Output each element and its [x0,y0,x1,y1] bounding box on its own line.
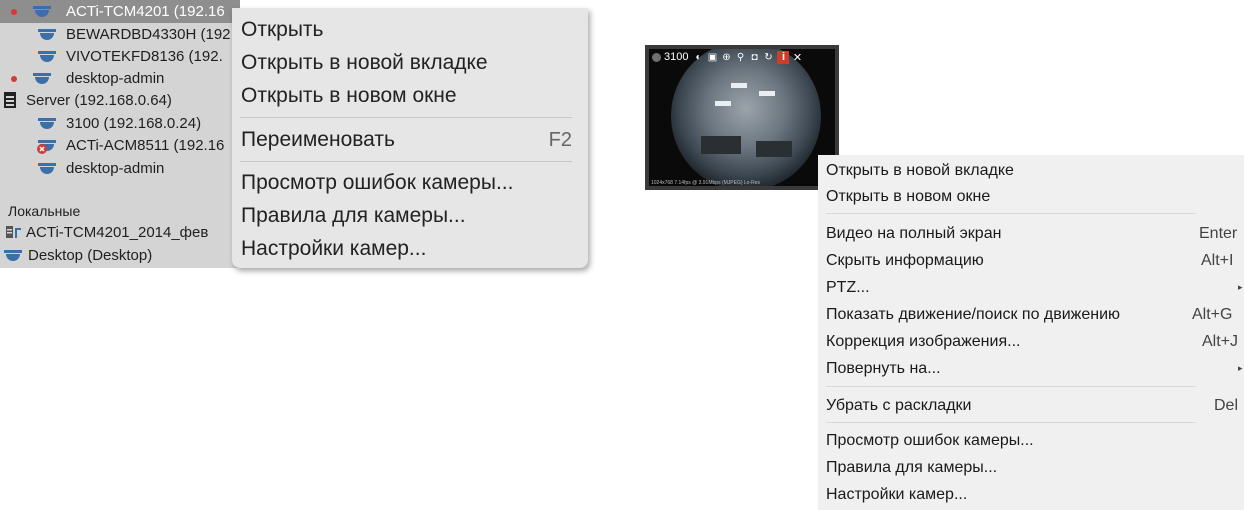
menu-item-open-new-tab[interactable]: Открыть в новой вкладке [826,162,1014,180]
dome-camera-icon [4,250,22,261]
tree-item-label: ACTi-TCM4201 (192.16 [66,3,225,20]
info-icon[interactable]: i [777,50,790,64]
fisheye-video-frame [671,49,821,186]
dome-camera-icon [33,6,51,17]
menu-item-fullscreen[interactable]: Видео на полный экран [826,225,1001,243]
dome-camera-icon [38,163,56,174]
menu-item-remove-from-layout[interactable]: Убрать с раскладки [826,397,971,415]
menu-shortcut-remove: Del [1214,397,1239,414]
menu-separator [240,117,572,118]
screenshot-icon[interactable]: ▣ [706,51,718,63]
tree-group-local[interactable]: Локальные [0,199,240,222]
tree-item-acti-tcm4201[interactable]: ACTi-TCM4201 (192.16 [0,0,240,23]
tree-item-acti-acm8511[interactable]: ACTi-ACM8511 (192.16 [0,134,240,157]
image-correction-icon[interactable]: ◐ [692,51,704,63]
tree-item-desktop-admin-2[interactable]: desktop-admin [0,157,240,180]
dome-camera-icon [38,118,56,129]
local-file-icon [6,226,21,238]
dome-camera-icon [33,73,51,84]
camera-context-menu: Открыть в новой вкладке Открыть в новом … [818,155,1244,510]
tree-item-label: Server (192.168.0.64) [26,92,172,109]
recording-status-icon [652,52,661,62]
tree-item-label: desktop-admin [66,70,165,87]
ceiling-light [731,83,747,88]
camera-error-icon [37,140,56,154]
tree-item-label: 3100 (192.168.0.24) [66,115,202,132]
menu-item-open-new-tab[interactable]: Открыть в новой вкладке [241,51,488,75]
dome-camera-icon [38,51,56,62]
submenu-arrow-icon: ▸ [1238,363,1243,373]
tree-item-server[interactable]: Server (192.168.0.64) [0,89,240,112]
tree-item-3100[interactable]: 3100 (192.168.0.24) [0,112,240,135]
tree-context-menu: Открыть Открыть в новой вкладке Открыть … [232,8,588,268]
camera-tile-toolbar: 3100 ◐ ▣ ⊕ ⚲ ◘ ↻ i ✕ [649,49,835,65]
tree-item-desktop[interactable]: Desktop (Desktop) [0,244,240,267]
menu-shortcut-show-motion: Alt+G [1192,306,1233,323]
menu-separator [826,213,1196,214]
resource-tree: ACTi-TCM4201 (192.16 BEWARDBD4330H (192 … [0,0,240,268]
menu-shortcut-fullscreen: Enter [1199,225,1238,242]
desk [756,141,792,157]
camera-tile-name: 3100 [664,51,689,63]
menu-item-camera-settings[interactable]: Настройки камер... [826,486,967,504]
menu-item-open[interactable]: Открыть [241,18,323,42]
ceiling-light [759,91,775,96]
menu-item-camera-settings[interactable]: Настройки камер... [241,237,426,261]
menu-item-camera-rules[interactable]: Правила для камеры... [241,204,466,228]
menu-separator [240,161,572,162]
tree-item-vivotekfd8136[interactable]: VIVOTEKFD8136 (192. [0,45,240,68]
tree-item-desktop-admin[interactable]: desktop-admin [0,67,240,90]
menu-item-show-motion[interactable]: Показать движение/поиск по движению [826,306,1120,324]
tree-item-label: ACTi-ACM8511 (192.16 [66,137,225,154]
tree-item-bewardbd4330h[interactable]: BEWARDBD4330H (192 [0,23,240,46]
menu-item-camera-rules[interactable]: Правила для камеры... [826,459,997,477]
ptz-icon[interactable]: ⊕ [720,51,732,63]
desk [701,136,741,154]
menu-item-hide-info[interactable]: Скрыть информацию [826,252,984,270]
submenu-arrow-icon: ▸ [1238,282,1243,292]
tree-group-label: Локальные [8,202,81,219]
menu-item-open-new-window[interactable]: Открыть в новом окне [826,188,990,206]
camera-video [649,49,835,186]
menu-item-open-new-window[interactable]: Открыть в новом окне [241,84,457,108]
tree-item-label: BEWARDBD4330H (192 [66,26,231,43]
dome-camera-icon [38,29,56,40]
menu-shortcut-rename: F2 [548,129,572,151]
tree-item-label: ACTi-TCM4201_2014_фев [26,224,209,241]
menu-shortcut-hide-info: Alt+I [1201,252,1234,269]
menu-item-ptz[interactable]: PTZ... [826,279,870,297]
close-icon[interactable]: ✕ [791,51,803,64]
menu-item-camera-errors[interactable]: Просмотр ошибок камеры... [826,432,1034,450]
menu-item-image-correction[interactable]: Коррекция изображения... [826,333,1020,351]
camera-stream-info: 1024x768 7.14fps @ 3.91Mbps (MJPEG) Lo-R… [651,180,761,186]
server-icon [4,92,16,108]
recording-indicator-icon [11,76,17,82]
tree-item-label: desktop-admin [66,160,165,177]
recording-indicator-icon [11,9,17,15]
menu-separator [826,386,1196,387]
menu-item-rotate[interactable]: Повернуть на... [826,360,941,378]
menu-separator [826,422,1196,423]
camera-tile[interactable]: 3100 ◐ ▣ ⊕ ⚲ ◘ ↻ i ✕ 1024x768 7.14fps @ … [645,45,839,190]
zoom-icon[interactable]: ⚲ [734,51,746,63]
ceiling-light [715,101,731,106]
menu-item-camera-errors[interactable]: Просмотр ошибок камеры... [241,171,513,195]
menu-item-rename[interactable]: Переименовать [241,128,395,152]
tree-item-label: Desktop (Desktop) [28,247,153,264]
tree-item-label: VIVOTEKFD8136 (192. [66,48,223,65]
menu-shortcut-image-correction: Alt+J [1202,333,1239,350]
motion-search-icon[interactable]: ◘ [748,51,760,63]
rotate-icon[interactable]: ↻ [762,51,774,63]
tree-item-local-file[interactable]: ACTi-TCM4201_2014_фев [0,221,240,244]
